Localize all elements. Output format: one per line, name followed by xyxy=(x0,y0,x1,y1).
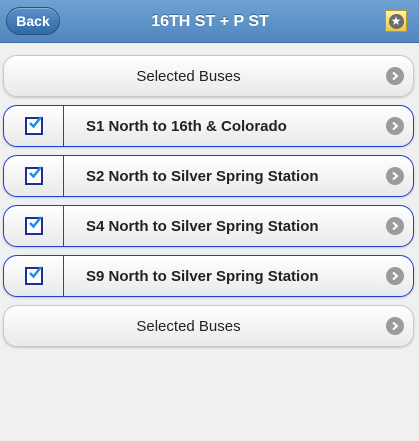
route-item-s9[interactable]: S9 North to Silver Spring Station xyxy=(3,255,414,297)
route-checkbox-s4[interactable] xyxy=(4,206,64,246)
back-button[interactable]: Back xyxy=(6,7,60,35)
route-label: S9 North to Silver Spring Station xyxy=(86,267,319,285)
checkbox-icon xyxy=(24,166,43,185)
route-label: S2 North to Silver Spring Station xyxy=(86,167,319,185)
chevron-right-icon xyxy=(386,67,404,85)
route-label: S4 North to Silver Spring Station xyxy=(86,217,319,235)
route-item-s2[interactable]: S2 North to Silver Spring Station xyxy=(3,155,414,197)
checkbox-icon xyxy=(24,116,43,135)
route-checkbox-s9[interactable] xyxy=(4,256,64,296)
chevron-right-icon xyxy=(386,167,404,185)
selected-buses-top-label: Selected Buses xyxy=(136,67,241,85)
chevron-right-icon xyxy=(386,117,404,135)
route-item-s1[interactable]: S1 North to 16th & Colorado xyxy=(3,105,414,147)
header-bar: Back 16TH ST + P ST ★ xyxy=(0,0,419,43)
checkbox-icon xyxy=(24,266,43,285)
checkbox-icon xyxy=(24,216,43,235)
selected-buses-bottom[interactable]: Selected Buses xyxy=(3,305,414,347)
chevron-right-icon xyxy=(386,217,404,235)
route-item-s4[interactable]: S4 North to Silver Spring Station xyxy=(3,205,414,247)
route-checkbox-s1[interactable] xyxy=(4,106,64,146)
selected-buses-top[interactable]: Selected Buses xyxy=(3,55,414,97)
favorite-button[interactable]: ★ xyxy=(385,10,407,32)
chevron-right-icon xyxy=(386,267,404,285)
selected-buses-bottom-label: Selected Buses xyxy=(136,317,241,335)
star-icon: ★ xyxy=(388,13,404,29)
route-checkbox-s2[interactable] xyxy=(4,156,64,196)
chevron-right-icon xyxy=(386,317,404,335)
route-label: S1 North to 16th & Colorado xyxy=(86,117,287,135)
page-title: 16TH ST + P ST xyxy=(151,12,269,30)
